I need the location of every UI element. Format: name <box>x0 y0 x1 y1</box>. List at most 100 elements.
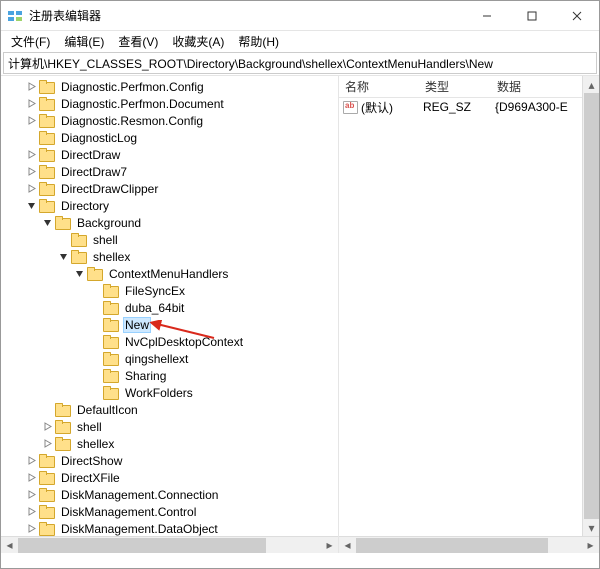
scroll-left-icon[interactable]: ◂ <box>1 537 18 554</box>
scroll-thumb[interactable] <box>18 538 266 553</box>
address-bar[interactable]: 计算机\HKEY_CLASSES_ROOT\Directory\Backgrou… <box>3 52 597 74</box>
tree-item[interactable]: DirectShow <box>9 452 339 469</box>
scroll-right-icon[interactable]: ▸ <box>582 537 599 554</box>
folder-icon <box>55 403 71 417</box>
tree-item[interactable]: DirectDrawClipper <box>9 180 339 197</box>
tree-item[interactable]: shellex <box>9 435 339 452</box>
app-icon <box>7 8 23 24</box>
tree-item-label: duba_64bit <box>123 301 186 315</box>
tree-item[interactable]: DiagnosticLog <box>9 129 339 146</box>
column-type[interactable]: 类型 <box>425 78 497 95</box>
folder-icon <box>39 505 55 519</box>
chevron-right-icon[interactable] <box>41 438 53 450</box>
menu-edit[interactable]: 编辑(E) <box>58 32 110 51</box>
tree-item-label: DirectDraw7 <box>59 165 129 179</box>
window-controls <box>464 1 599 30</box>
scroll-down-icon[interactable]: ▾ <box>583 519 599 536</box>
scroll-thumb[interactable] <box>584 93 599 519</box>
tree-item[interactable]: DirectDraw7 <box>9 163 339 180</box>
minimize-button[interactable] <box>464 1 509 30</box>
tree-item[interactable]: shell <box>9 231 339 248</box>
chevron-right-icon[interactable] <box>25 183 37 195</box>
tree-item-label: DirectDrawClipper <box>59 182 160 196</box>
chevron-down-icon[interactable] <box>25 200 37 212</box>
tree-item[interactable]: Diagnostic.Perfmon.Config <box>9 78 339 95</box>
tree-item-label: DirectDraw <box>59 148 122 162</box>
close-button[interactable] <box>554 1 599 30</box>
scroll-thumb[interactable] <box>356 538 548 553</box>
tree-horizontal-scrollbar[interactable]: ◂ ▸ <box>1 536 338 553</box>
folder-icon <box>71 250 87 264</box>
folder-icon <box>103 386 119 400</box>
tree-item[interactable]: Directory <box>9 197 339 214</box>
chevron-down-icon[interactable] <box>41 217 53 229</box>
values-list[interactable]: (默认)REG_SZ{D969A300-E <box>339 98 599 116</box>
tree-item-label: DirectShow <box>59 454 124 468</box>
tree-item[interactable]: Sharing <box>9 367 339 384</box>
chevron-right-icon[interactable] <box>25 115 37 127</box>
scroll-track[interactable] <box>18 537 321 554</box>
chevron-right-icon[interactable] <box>25 523 37 535</box>
tree-item-label: Sharing <box>123 369 168 383</box>
value-name: (默认) <box>361 99 423 116</box>
scroll-left-icon[interactable]: ◂ <box>339 537 356 554</box>
tree-item[interactable]: Diagnostic.Resmon.Config <box>9 112 339 129</box>
tree-item[interactable]: WorkFolders <box>9 384 339 401</box>
registry-tree[interactable]: Diagnostic.Perfmon.Config Diagnostic.Perf… <box>9 78 339 553</box>
tree-item[interactable]: DefaultIcon <box>9 401 339 418</box>
tree-item[interactable]: DirectDraw <box>9 146 339 163</box>
chevron-right-icon[interactable] <box>25 149 37 161</box>
tree-item[interactable]: NvCplDesktopContext <box>9 333 339 350</box>
chevron-right-icon[interactable] <box>41 421 53 433</box>
tree-item-label: shell <box>91 233 120 247</box>
folder-icon <box>39 182 55 196</box>
chevron-right-icon[interactable] <box>25 455 37 467</box>
folder-icon <box>103 369 119 383</box>
value-row[interactable]: (默认)REG_SZ{D969A300-E <box>339 98 599 116</box>
scroll-up-icon[interactable]: ▴ <box>583 76 599 93</box>
chevron-down-icon[interactable] <box>73 268 85 280</box>
tree-item[interactable]: ContextMenuHandlers <box>9 265 339 282</box>
folder-icon <box>39 97 55 111</box>
tree-item[interactable]: DiskManagement.DataObject <box>9 520 339 537</box>
values-pane: 名称 类型 数据 (默认)REG_SZ{D969A300-E ▴ ▾ ◂ ▸ <box>339 76 599 553</box>
chevron-right-icon[interactable] <box>25 98 37 110</box>
tree-item[interactable]: New <box>9 316 339 333</box>
folder-icon <box>103 335 119 349</box>
scroll-right-icon[interactable]: ▸ <box>321 537 338 554</box>
chevron-right-icon[interactable] <box>25 506 37 518</box>
chevron-right-icon[interactable] <box>25 166 37 178</box>
tree-item-label: DiskManagement.Connection <box>59 488 220 502</box>
tree-item[interactable]: shellex <box>9 248 339 265</box>
titlebar: 注册表编辑器 <box>1 1 599 31</box>
tree-item[interactable]: DiskManagement.Connection <box>9 486 339 503</box>
tree-pane: Diagnostic.Perfmon.Config Diagnostic.Perf… <box>1 76 339 553</box>
tree-item[interactable]: shell <box>9 418 339 435</box>
tree-item-label: Diagnostic.Perfmon.Document <box>59 97 226 111</box>
values-horizontal-scrollbar[interactable]: ◂ ▸ <box>339 536 599 553</box>
tree-item[interactable]: Background <box>9 214 339 231</box>
maximize-button[interactable] <box>509 1 554 30</box>
tree-item[interactable]: qingshellext <box>9 350 339 367</box>
chevron-down-icon[interactable] <box>57 251 69 263</box>
tree-item[interactable]: DirectXFile <box>9 469 339 486</box>
tree-item[interactable]: duba_64bit <box>9 299 339 316</box>
tree-item[interactable]: Diagnostic.Perfmon.Document <box>9 95 339 112</box>
folder-icon <box>87 267 103 281</box>
column-name[interactable]: 名称 <box>345 78 425 95</box>
chevron-right-icon[interactable] <box>25 81 37 93</box>
tree-item[interactable]: FileSyncEx <box>9 282 339 299</box>
menu-favorites[interactable]: 收藏夹(A) <box>166 32 230 51</box>
folder-icon <box>39 148 55 162</box>
menubar: 文件(F) 编辑(E) 查看(V) 收藏夹(A) 帮助(H) <box>1 31 599 51</box>
tree-item-label: DiagnosticLog <box>59 131 139 145</box>
menu-file[interactable]: 文件(F) <box>5 32 56 51</box>
menu-help[interactable]: 帮助(H) <box>232 32 285 51</box>
values-vertical-scrollbar[interactable]: ▴ ▾ <box>582 76 599 536</box>
chevron-right-icon[interactable] <box>25 472 37 484</box>
folder-icon <box>39 165 55 179</box>
chevron-right-icon[interactable] <box>25 489 37 501</box>
menu-view[interactable]: 查看(V) <box>112 32 164 51</box>
folder-icon <box>39 522 55 536</box>
tree-item[interactable]: DiskManagement.Control <box>9 503 339 520</box>
